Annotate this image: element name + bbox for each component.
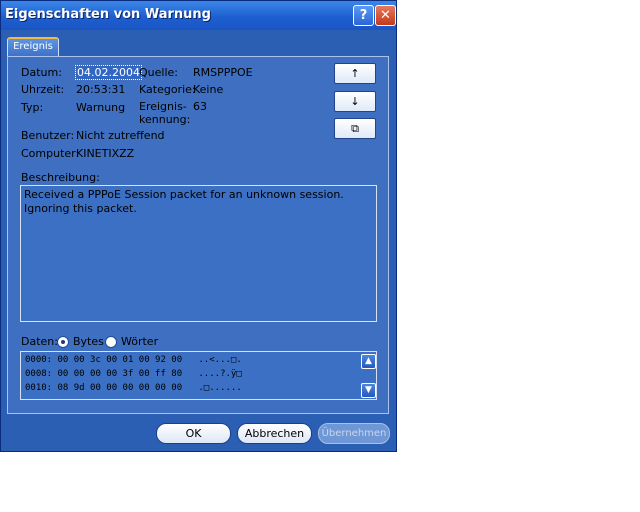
typ-label: Typ: <box>21 101 44 114</box>
hex-scrollbar[interactable]: ▲ ▼ <box>361 354 376 398</box>
bytes-radio[interactable] <box>57 336 69 348</box>
ereignis-kennung-label-1: Ereignis- <box>139 100 187 113</box>
typ-value: Warnung <box>76 101 126 114</box>
tab-ereignis[interactable]: Ereignis <box>7 37 59 57</box>
benutzer-label: Benutzer: <box>21 129 75 142</box>
scroll-down-icon[interactable]: ▼ <box>361 383 376 398</box>
benutzer-value: Nicht zutreffend <box>76 129 165 142</box>
hex-data-box[interactable]: 0000: 00 00 3c 00 01 00 92 00 ..<...□. 0… <box>20 351 377 400</box>
description-textbox[interactable]: Received a PPPoE Session packet for an u… <box>20 185 377 322</box>
hex-line: 0008: 00 00 00 00 3f 00 ff 80 ....?.ÿ□ <box>25 369 242 379</box>
kategorie-value: Keine <box>193 83 224 96</box>
ereignis-kennung-label-2: kennung: <box>139 113 191 126</box>
arrow-up-icon: ↑ <box>350 67 360 80</box>
properties-dialog: Eigenschaften von Warnung ? ✕ Ereignis D… <box>0 0 397 452</box>
quelle-label: Quelle: <box>139 66 178 79</box>
title-bar[interactable]: Eigenschaften von Warnung ? ✕ <box>1 1 396 30</box>
ok-button[interactable]: OK <box>156 423 231 444</box>
computer-label: Computer: <box>21 147 80 160</box>
copy-button[interactable]: ⧉ <box>334 118 376 139</box>
kategorie-label: Kategorie: <box>139 83 196 96</box>
beschreibung-label: Beschreibung: <box>21 171 100 184</box>
copy-icon: ⧉ <box>351 122 359 135</box>
hex-line: 0000: 00 00 3c 00 01 00 92 00 ..<...□. <box>25 355 242 365</box>
previous-event-button[interactable]: ↑ <box>334 63 376 84</box>
computer-value: KINETIXZZ <box>76 147 135 160</box>
datum-label: Datum: <box>21 66 62 79</box>
quelle-value: RMSPPPOE <box>193 66 253 79</box>
woerter-label[interactable]: Wörter <box>121 335 158 348</box>
window-title: Eigenschaften von Warnung <box>5 7 211 22</box>
help-button[interactable]: ? <box>353 5 374 26</box>
uhrzeit-label: Uhrzeit: <box>21 83 65 96</box>
close-button[interactable]: ✕ <box>375 5 396 26</box>
woerter-radio[interactable] <box>105 336 117 348</box>
ereignis-kennung-value: 63 <box>193 100 207 113</box>
scroll-up-icon[interactable]: ▲ <box>361 354 376 369</box>
daten-label: Daten: <box>21 335 58 348</box>
uhrzeit-value: 20:53:31 <box>76 83 126 96</box>
apply-button[interactable]: Übernehmen <box>318 423 390 444</box>
datum-value[interactable]: 04.02.2004 <box>75 65 142 80</box>
next-event-button[interactable]: ↓ <box>334 91 376 112</box>
arrow-down-icon: ↓ <box>350 95 360 108</box>
bytes-label[interactable]: Bytes <box>73 335 104 348</box>
cancel-button[interactable]: Abbrechen <box>237 423 312 444</box>
hex-line: 0010: 08 9d 00 00 00 00 00 00 .□...... <box>25 383 242 393</box>
